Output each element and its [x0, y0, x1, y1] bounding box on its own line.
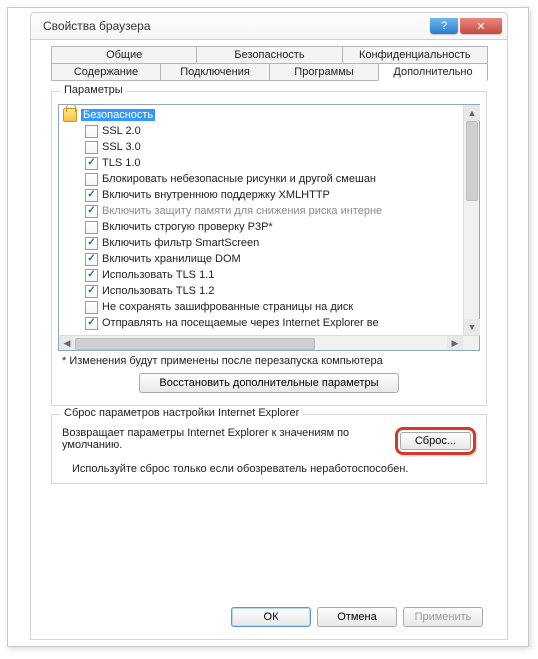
checkbox[interactable] [85, 173, 98, 186]
tab-content[interactable]: Содержание [51, 63, 161, 81]
tab-general[interactable]: Общие [51, 46, 197, 64]
checkbox[interactable] [85, 301, 98, 314]
tab-security[interactable]: Безопасность [196, 46, 342, 64]
setting-item-label: Не сохранять зашифрованные страницы на д… [102, 301, 353, 313]
checkbox[interactable] [85, 253, 98, 266]
tab-connections[interactable]: Подключения [160, 63, 270, 81]
setting-item[interactable]: SSL 3.0 [63, 139, 463, 155]
reset-description: Возвращает параметры Internet Explorer к… [62, 427, 385, 451]
params-legend: Параметры [60, 84, 127, 96]
scroll-corner [463, 336, 479, 350]
setting-item[interactable]: Включить строгую проверку P3P* [63, 219, 463, 235]
close-button[interactable]: ✕ [460, 18, 502, 34]
checkbox[interactable] [85, 141, 98, 154]
help-icon: ? [441, 20, 447, 32]
setting-item[interactable]: Не сохранять зашифрованные страницы на д… [63, 299, 463, 315]
tab-advanced-content: Параметры Безопасность SSL 2.0 SSL 3.0 TLS… [51, 80, 487, 484]
scroll-right-icon[interactable]: ▶ [447, 336, 463, 350]
reset-legend: Сброс параметров настройки Internet Expl… [60, 407, 303, 419]
reset-fieldset: Сброс параметров настройки Internet Expl… [51, 414, 487, 484]
setting-item[interactable]: SSL 2.0 [63, 123, 463, 139]
setting-item[interactable]: Включить хранилище DOM [63, 251, 463, 267]
checkbox[interactable] [85, 221, 98, 234]
close-icon: ✕ [476, 20, 485, 33]
titlebar[interactable]: Свойства браузера ? ✕ [30, 12, 508, 40]
setting-item-label: Включить внутреннюю поддержку XMLHTTP [102, 189, 330, 201]
setting-item[interactable]: Включить фильтр SmartScreen [63, 235, 463, 251]
setting-item-label: SSL 3.0 [102, 141, 141, 153]
params-fieldset: Параметры Безопасность SSL 2.0SSL 3.0TLS… [51, 91, 487, 406]
vertical-scrollbar[interactable]: ▲ ▼ [463, 105, 479, 335]
setting-item-label: Включить защиту памяти для снижения риск… [102, 205, 382, 217]
dialog-body: Общие Безопасность Конфиденциальность Со… [30, 40, 508, 640]
reset-button[interactable]: Сброс... [400, 432, 471, 450]
dialog-footer-buttons: ОК Отмена Применить [231, 607, 483, 627]
checkbox[interactable] [85, 125, 98, 138]
lock-icon [63, 108, 77, 122]
category-security-row[interactable]: Безопасность [63, 107, 463, 123]
setting-item[interactable]: TLS 1.0 [63, 155, 463, 171]
window-title: Свойства браузера [43, 19, 151, 33]
vertical-scroll-thumb[interactable] [466, 121, 478, 201]
setting-item-label: Отправлять на посещаемые через Internet … [102, 317, 379, 329]
setting-item[interactable]: Включить защиту памяти для снижения риск… [63, 203, 463, 219]
help-button[interactable]: ? [430, 18, 458, 34]
horizontal-scrollbar[interactable]: ◀ ▶ [58, 335, 480, 351]
setting-item[interactable]: Включить внутреннюю поддержку XMLHTTP [63, 187, 463, 203]
checkbox[interactable] [85, 269, 98, 282]
scroll-down-icon[interactable]: ▼ [464, 319, 480, 335]
settings-tree[interactable]: Безопасность SSL 2.0 SSL 3.0 TLS 1.0 Блокир… [58, 104, 480, 336]
scroll-up-icon[interactable]: ▲ [464, 105, 480, 121]
checkbox[interactable] [85, 317, 98, 330]
setting-item[interactable]: Использовать TLS 1.2 [63, 283, 463, 299]
checkbox[interactable] [85, 285, 98, 298]
setting-item-label: SSL 2.0 [102, 125, 141, 137]
category-security-label: Безопасность [81, 109, 155, 121]
hscroll-track[interactable] [75, 336, 447, 350]
tab-advanced[interactable]: Дополнительно [378, 63, 488, 81]
setting-item[interactable]: Блокировать небезопасные рисунки и друго… [63, 171, 463, 187]
tab-privacy[interactable]: Конфиденциальность [342, 46, 488, 64]
setting-item-label: Включить фильтр SmartScreen [102, 237, 259, 249]
setting-item-label: Использовать TLS 1.1 [102, 269, 214, 281]
reset-note: Используйте сброс только если обозревате… [58, 459, 480, 477]
checkbox[interactable] [85, 189, 98, 202]
setting-item-label: Включить строгую проверку P3P* [102, 221, 273, 233]
tree-body: Безопасность SSL 2.0 SSL 3.0 TLS 1.0 Блокир… [59, 105, 463, 335]
checkbox[interactable] [85, 205, 98, 218]
tabs-row-2: Содержание Подключения Программы Дополни… [31, 63, 507, 81]
restart-note: * Изменения будут применены после переза… [62, 355, 480, 367]
horizontal-scroll-thumb[interactable] [75, 338, 315, 350]
checkbox[interactable] [85, 237, 98, 250]
setting-item-label: Блокировать небезопасные рисунки и друго… [102, 173, 376, 185]
reset-highlight-ring: Сброс... [395, 427, 476, 455]
checkbox[interactable] [85, 157, 98, 170]
apply-button[interactable]: Применить [403, 607, 483, 627]
cancel-button[interactable]: Отмена [317, 607, 397, 627]
setting-item[interactable]: Отправлять на посещаемые через Internet … [63, 315, 463, 331]
tabs-row-1: Общие Безопасность Конфиденциальность [31, 40, 507, 64]
ok-button[interactable]: ОК [231, 607, 311, 627]
setting-item-label: Использовать TLS 1.2 [102, 285, 214, 297]
tab-programs[interactable]: Программы [269, 63, 379, 81]
scroll-left-icon[interactable]: ◀ [59, 336, 75, 350]
setting-item-label: TLS 1.0 [102, 157, 141, 169]
setting-item-label: Включить хранилище DOM [102, 253, 241, 265]
restore-advanced-button[interactable]: Восстановить дополнительные параметры [139, 373, 399, 393]
setting-item[interactable]: Использовать TLS 1.1 [63, 267, 463, 283]
